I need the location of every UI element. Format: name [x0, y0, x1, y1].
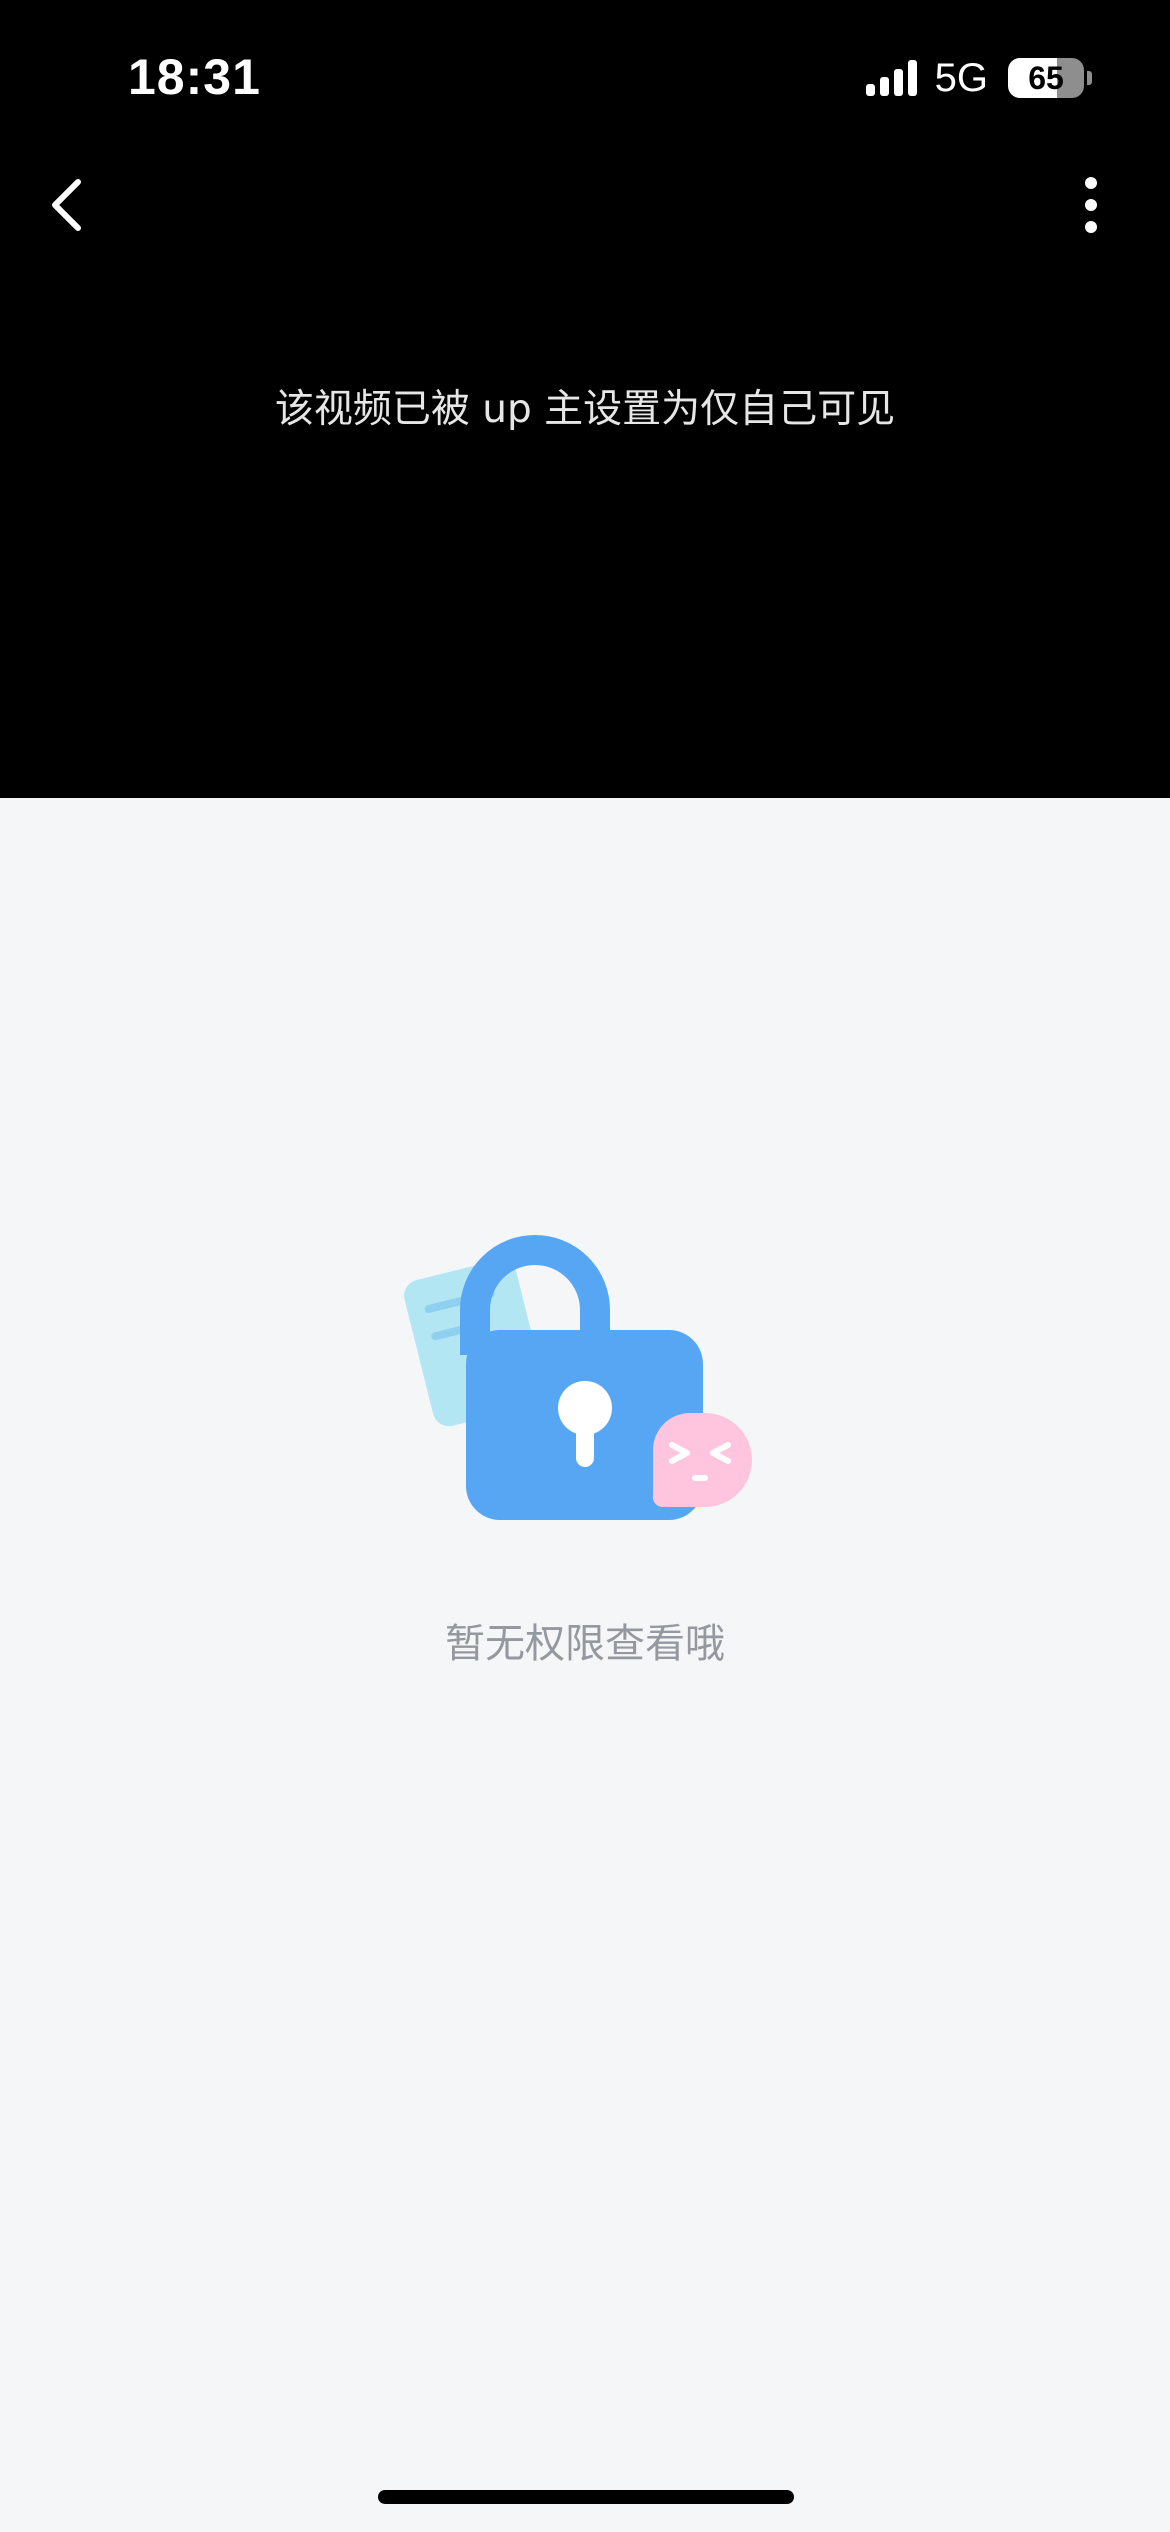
battery-icon: 65: [1008, 58, 1084, 98]
more-vertical-icon: [1085, 177, 1097, 233]
lock-icon: [404, 1235, 752, 1520]
chevron-left-icon: [52, 179, 81, 231]
home-indicator[interactable]: [378, 2490, 794, 2504]
cellular-signal-icon: [865, 60, 917, 96]
battery-level: 65: [1028, 60, 1064, 96]
status-indicators: 5G 65: [865, 50, 1092, 106]
lock-illustration: [400, 1225, 760, 1535]
video-player-area: 18:31 5G 65 该视频已被 up 主设置为仅自己可见: [0, 0, 1170, 798]
private-video-message: 该视频已被 up 主设置为仅自己可见: [274, 387, 896, 432]
more-options-button[interactable]: [1076, 170, 1106, 240]
back-button[interactable]: [38, 170, 98, 240]
no-permission-text: 暂无权限查看哦: [445, 1621, 725, 1667]
network-type: 5G: [934, 55, 988, 100]
status-time: 18:31: [128, 49, 261, 105]
